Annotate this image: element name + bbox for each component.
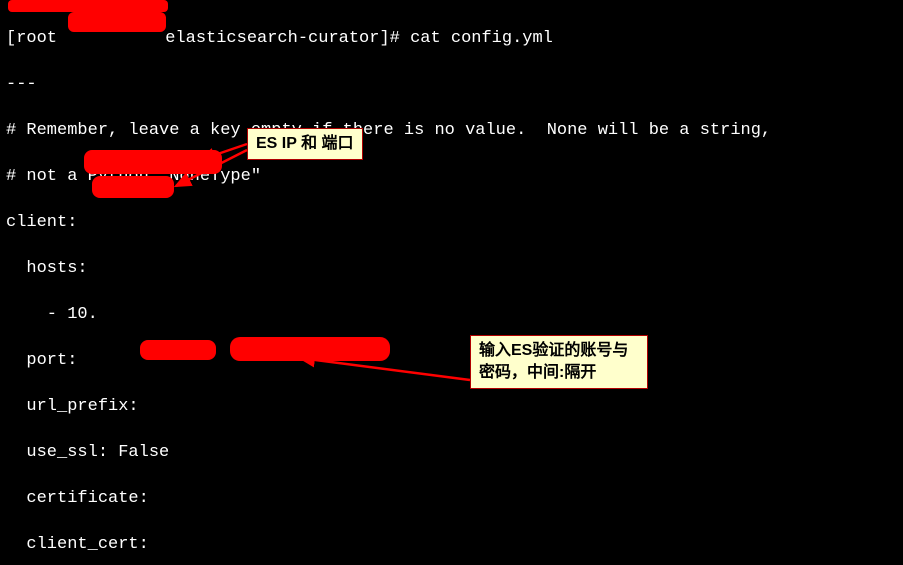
yaml-client: client: — [6, 211, 897, 234]
callout-label: 输入ES验证的账号与密码，中间:隔开 — [479, 342, 628, 381]
redaction-mark — [140, 340, 216, 360]
redaction-mark — [8, 0, 168, 12]
yaml-hosts: hosts: — [6, 257, 897, 280]
prompt-path: elasticsearch-curator]# — [155, 29, 410, 48]
redaction-mark — [92, 176, 174, 198]
callout-es-ip-port: ES IP 和 端口 — [247, 128, 363, 160]
callout-label: ES IP 和 端口 — [256, 135, 354, 152]
yaml-use-ssl: use_ssl: False — [6, 441, 897, 464]
redaction-mark — [230, 337, 390, 361]
yaml-client-cert: client_cert: — [6, 533, 897, 556]
yaml-comment1: # Remember, leave a key empty if there i… — [6, 119, 897, 142]
yaml-host-item: - 10. — [6, 303, 897, 326]
yaml-sep: --- — [6, 73, 897, 96]
command-text: cat config.yml — [410, 29, 553, 48]
prompt-user: [root — [6, 29, 57, 48]
yaml-url-prefix: url_prefix: — [6, 395, 897, 418]
callout-es-auth: 输入ES验证的账号与密码，中间:隔开 — [470, 335, 648, 389]
terminal-output: [root elasticsearch-curator]# cat config… — [0, 0, 903, 565]
redaction-mark — [68, 12, 166, 32]
redaction-mark — [84, 150, 222, 174]
yaml-certificate: certificate: — [6, 487, 897, 510]
